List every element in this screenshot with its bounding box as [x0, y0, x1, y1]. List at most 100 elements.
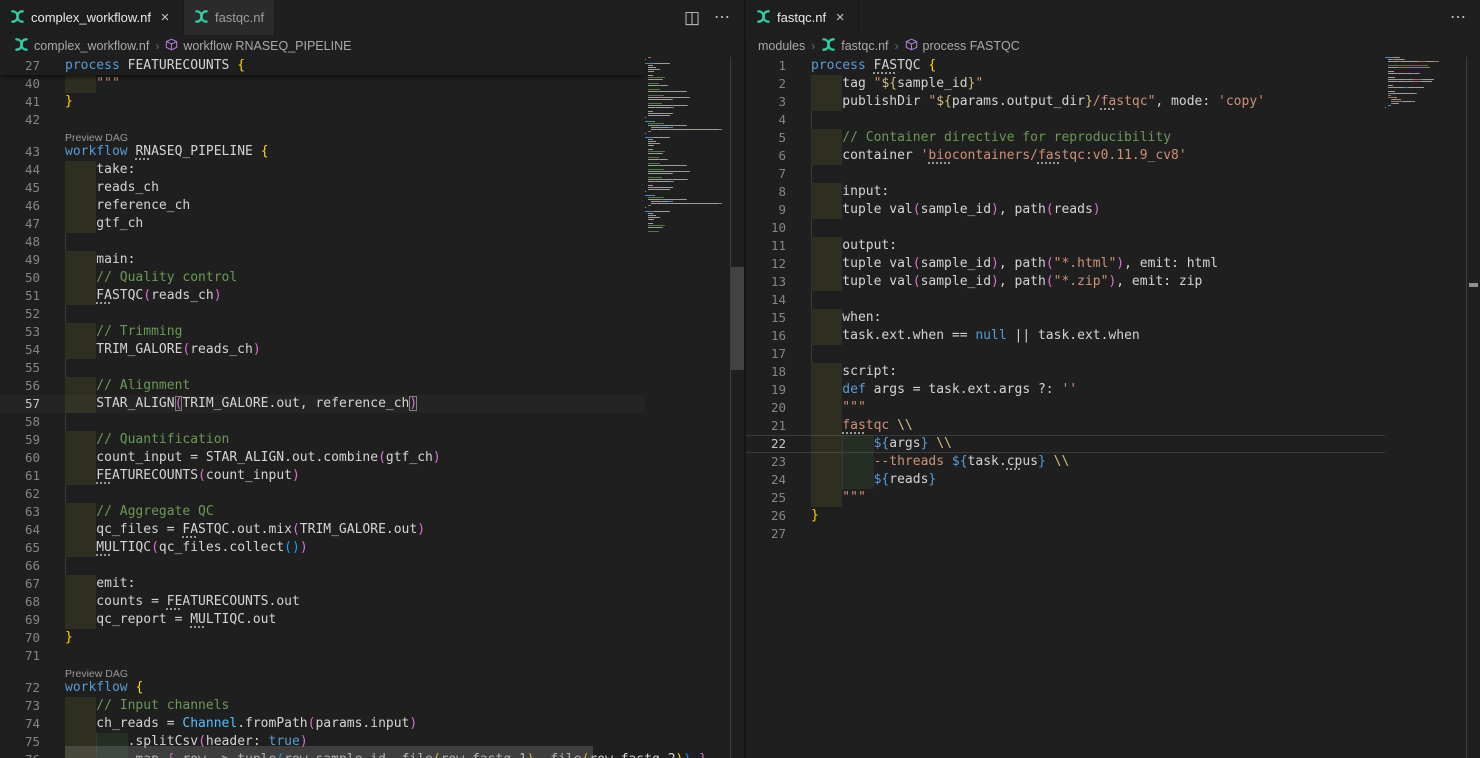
line-number[interactable]: 74 — [0, 715, 40, 733]
code-line[interactable]: 69qc_report = MULTIQC.out — [0, 611, 645, 629]
code-line[interactable]: 71 — [0, 647, 645, 665]
code-line[interactable]: 65MULTIQC(qc_files.collect()) — [0, 539, 645, 557]
line-number[interactable]: 75 — [0, 733, 40, 751]
line-number[interactable]: 17 — [746, 345, 786, 363]
line-number[interactable]: 41 — [0, 93, 40, 111]
line-number[interactable]: 10 — [746, 219, 786, 237]
code-line[interactable]: 73// Input channels — [0, 697, 645, 715]
line-number[interactable]: 71 — [0, 647, 40, 665]
code-line[interactable]: 20""" — [746, 399, 1385, 417]
minimap[interactable] — [1385, 57, 1466, 109]
line-number[interactable]: 4 — [746, 111, 786, 129]
code-line[interactable]: 61FEATURECOUNTS(count_input) — [0, 467, 645, 485]
line-number[interactable]: 49 — [0, 251, 40, 269]
tab-fastqc.nf[interactable]: fastqc.nf× — [746, 0, 859, 35]
line-number[interactable]: 26 — [746, 507, 786, 525]
breadcrumb-item[interactable]: process FASTQC — [905, 38, 1020, 54]
code-line[interactable]: 11output: — [746, 237, 1385, 255]
line-number[interactable]: 59 — [0, 431, 40, 449]
more-icon[interactable]: ⋯ — [1450, 10, 1466, 26]
line-number[interactable]: 58 — [0, 413, 40, 431]
code-line[interactable]: 24${reads} — [746, 471, 1385, 489]
vertical-scrollbar-thumb[interactable] — [731, 267, 744, 370]
line-number[interactable]: 61 — [0, 467, 40, 485]
code-line[interactable]: 66 — [0, 557, 645, 575]
code-editor[interactable]: 27process FEATURECOUNTS {40"""41}42Previ… — [0, 57, 744, 758]
code-line[interactable]: 59// Quantification — [0, 431, 645, 449]
code-line[interactable]: 70} — [0, 629, 645, 647]
code-line[interactable]: 58 — [0, 413, 645, 431]
line-number[interactable]: 22 — [746, 435, 786, 453]
code-line[interactable]: 17 — [746, 345, 1385, 363]
code-line[interactable]: 56// Alignment — [0, 377, 645, 395]
overview-ruler[interactable] — [730, 57, 744, 758]
overview-ruler[interactable] — [1466, 57, 1480, 758]
code-line[interactable]: 12tuple val(sample_id), path("*.html"), … — [746, 255, 1385, 273]
code-line[interactable]: 44take: — [0, 161, 645, 179]
code-line[interactable]: 43workflow RNASEQ_PIPELINE { — [0, 143, 645, 161]
code-line[interactable]: 48 — [0, 233, 645, 251]
code-line[interactable]: 2tag "${sample_id}" — [746, 75, 1385, 93]
minimap[interactable] — [645, 57, 730, 233]
line-number[interactable]: 23 — [746, 453, 786, 471]
code-line[interactable]: 25""" — [746, 489, 1385, 507]
line-number[interactable]: 18 — [746, 363, 786, 381]
code-line[interactable]: 7 — [746, 165, 1385, 183]
code-line[interactable]: 40""" — [0, 75, 645, 93]
line-number[interactable]: 70 — [0, 629, 40, 647]
code-line[interactable]: 26} — [746, 507, 1385, 525]
code-line[interactable]: 42 — [0, 111, 645, 129]
line-number[interactable]: 12 — [746, 255, 786, 273]
line-number[interactable]: 45 — [0, 179, 40, 197]
breadcrumb-item[interactable]: workflow RNASEQ_PIPELINE — [165, 38, 351, 54]
line-number[interactable]: 66 — [0, 557, 40, 575]
line-number[interactable]: 6 — [746, 147, 786, 165]
code-line[interactable]: 9tuple val(sample_id), path(reads) — [746, 201, 1385, 219]
code-line[interactable]: 8input: — [746, 183, 1385, 201]
code-line[interactable]: 72workflow { — [0, 679, 645, 697]
line-number[interactable]: 44 — [0, 161, 40, 179]
line-number[interactable]: 19 — [746, 381, 786, 399]
code-line[interactable]: 51FASTQC(reads_ch) — [0, 287, 645, 305]
code-line[interactable]: 49main: — [0, 251, 645, 269]
sticky-scroll-line[interactable]: 27process FEATURECOUNTS { — [0, 57, 645, 75]
code-line[interactable]: 41} — [0, 93, 645, 111]
line-number[interactable]: 72 — [0, 679, 40, 697]
line-number[interactable]: 3 — [746, 93, 786, 111]
code-line[interactable]: 13tuple val(sample_id), path("*.zip"), e… — [746, 273, 1385, 291]
line-number[interactable]: 27 — [746, 525, 786, 543]
line-number[interactable]: 13 — [746, 273, 786, 291]
line-number[interactable]: 43 — [0, 143, 40, 161]
line-number[interactable]: 1 — [746, 57, 786, 75]
code-line[interactable]: 14 — [746, 291, 1385, 309]
code-line[interactable]: 10 — [746, 219, 1385, 237]
code-line[interactable]: 68counts = FEATURECOUNTS.out — [0, 593, 645, 611]
line-number[interactable]: 46 — [0, 197, 40, 215]
code-line[interactable]: 6container 'biocontainers/fastqc:v0.11.9… — [746, 147, 1385, 165]
line-number[interactable]: 52 — [0, 305, 40, 323]
line-number[interactable]: 65 — [0, 539, 40, 557]
line-number[interactable]: 54 — [0, 341, 40, 359]
line-number[interactable]: 21 — [746, 417, 786, 435]
line-number[interactable]: 8 — [746, 183, 786, 201]
code-line[interactable]: 4 — [746, 111, 1385, 129]
breadcrumb-item[interactable]: complex_workflow.nf — [14, 37, 149, 55]
line-number[interactable]: 50 — [0, 269, 40, 287]
code-line[interactable]: 1process FASTQC { — [746, 57, 1385, 75]
code-line[interactable]: 21fastqc \\ — [746, 417, 1385, 435]
code-line[interactable]: 60count_input = STAR_ALIGN.out.combine(g… — [0, 449, 645, 467]
line-number[interactable]: 63 — [0, 503, 40, 521]
code-editor[interactable]: 1process FASTQC {2tag "${sample_id}"3pub… — [746, 57, 1480, 758]
code-line[interactable]: 52 — [0, 305, 645, 323]
line-number[interactable]: 25 — [746, 489, 786, 507]
close-icon[interactable]: × — [832, 9, 848, 26]
code-line[interactable]: 5// Container directive for reproducibil… — [746, 129, 1385, 147]
line-number[interactable]: 56 — [0, 377, 40, 395]
line-number[interactable]: 40 — [0, 75, 40, 93]
line-number[interactable]: 20 — [746, 399, 786, 417]
code-line[interactable]: 74ch_reads = Channel.fromPath(params.inp… — [0, 715, 645, 733]
line-number[interactable]: 67 — [0, 575, 40, 593]
line-number[interactable]: 62 — [0, 485, 40, 503]
tab-complex_workflow.nf[interactable]: complex_workflow.nf× — [0, 0, 184, 35]
more-icon[interactable]: ⋯ — [714, 10, 730, 26]
